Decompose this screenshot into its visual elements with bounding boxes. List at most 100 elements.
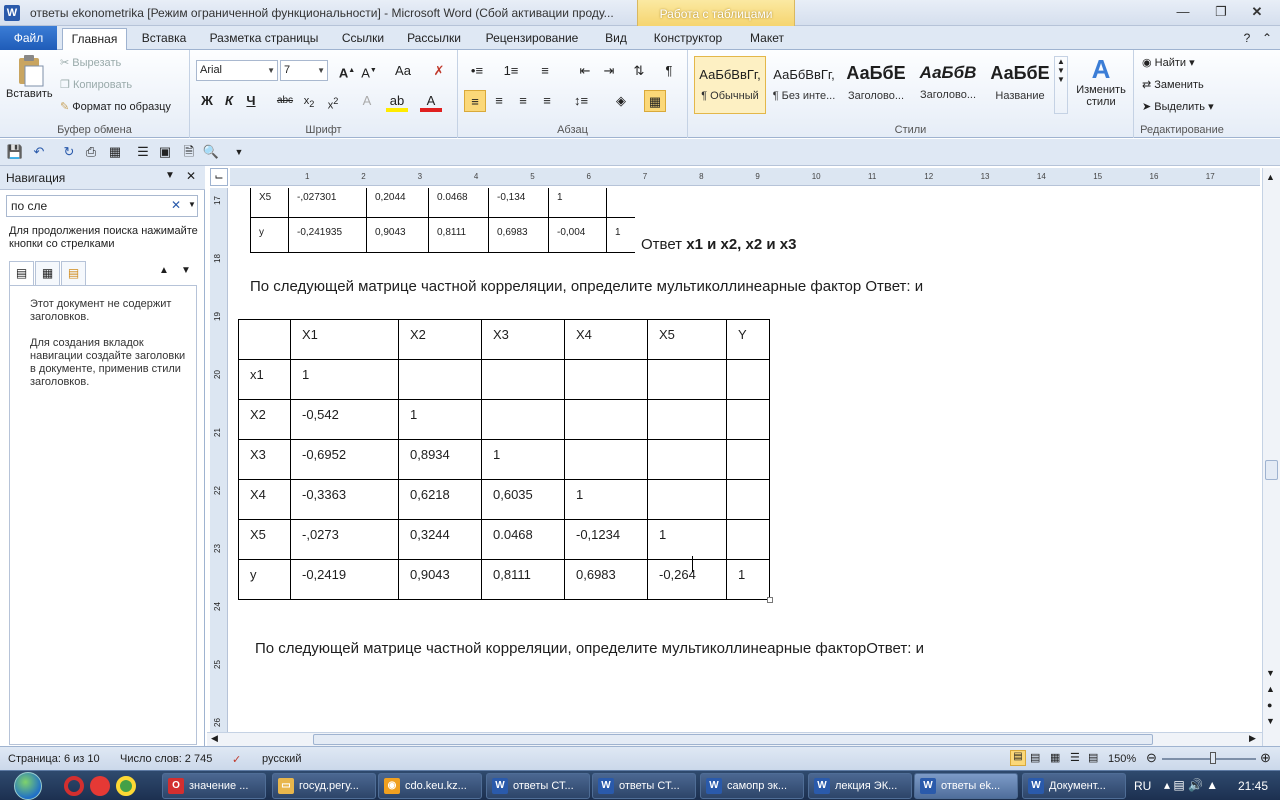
- table-cell[interactable]: [726, 519, 770, 560]
- table-cell[interactable]: -0,1234: [564, 519, 648, 560]
- change-styles-button[interactable]: A Изменить стили: [1072, 54, 1130, 108]
- print-layout-icon[interactable]: ▤: [1010, 750, 1026, 766]
- minimize-icon[interactable]: —: [1168, 2, 1198, 22]
- line-spacing-icon[interactable]: ↕≡: [570, 90, 592, 112]
- superscript-icon[interactable]: x2: [322, 90, 344, 112]
- table-cell[interactable]: [726, 359, 770, 400]
- ribbon-collapse-icon[interactable]: ⌃: [1258, 26, 1276, 50]
- browse-object-icon[interactable]: ●: [1267, 700, 1272, 710]
- previous-result-icon[interactable]: ▲: [159, 265, 169, 276]
- scroll-thumb[interactable]: [1265, 460, 1278, 480]
- table-cell[interactable]: 0,3244: [398, 519, 482, 560]
- format-painter-button[interactable]: ✎ Формат по образцу: [60, 100, 171, 113]
- document-icon[interactable]: 🗎: [178, 141, 200, 163]
- tab-file[interactable]: Файл: [0, 26, 57, 50]
- pages-tab-icon[interactable]: ▦: [35, 261, 60, 285]
- table-cell[interactable]: -0,264: [647, 559, 727, 600]
- style-heading-1[interactable]: АаБбЕ Заголово...: [840, 56, 912, 114]
- table-cell[interactable]: -0,004: [548, 217, 607, 253]
- justify-icon[interactable]: ≡: [536, 90, 558, 112]
- table-cell[interactable]: [564, 359, 648, 400]
- font-color-icon[interactable]: A: [420, 90, 442, 112]
- table-cell[interactable]: [647, 359, 727, 400]
- table-cell[interactable]: -0,3363: [290, 479, 399, 520]
- bold-icon[interactable]: Ж: [196, 90, 218, 112]
- table-cell[interactable]: X5: [238, 519, 291, 560]
- table-cell[interactable]: -0,2419: [290, 559, 399, 600]
- draft-icon[interactable]: ▤: [1088, 751, 1098, 764]
- table-cell[interactable]: 0,6983: [564, 559, 648, 600]
- table-cell[interactable]: -,0273: [290, 519, 399, 560]
- results-tab-icon[interactable]: ▤: [61, 261, 86, 285]
- sort-icon[interactable]: ⇅: [628, 60, 650, 82]
- navigation-search-input[interactable]: по сле ✕ ▼: [6, 195, 198, 217]
- customize-qat-icon[interactable]: ▼: [228, 141, 250, 163]
- table-cell[interactable]: [398, 359, 482, 400]
- table-cell[interactable]: X5: [250, 188, 289, 218]
- clear-search-icon[interactable]: ✕: [171, 198, 181, 212]
- header-cell[interactable]: X3: [481, 319, 565, 360]
- borders-icon[interactable]: ▦: [644, 90, 666, 112]
- header-cell[interactable]: [238, 319, 291, 360]
- table-cell[interactable]: 0,6035: [481, 479, 565, 520]
- chrome-icon[interactable]: [116, 776, 136, 796]
- scroll-down-icon[interactable]: ▼: [1266, 668, 1275, 678]
- scroll-right-icon[interactable]: ▶: [1249, 733, 1256, 744]
- grow-font-icon[interactable]: A▲: [336, 60, 358, 82]
- table-cell[interactable]: 1: [726, 559, 770, 600]
- tab-references[interactable]: Ссылки: [334, 26, 392, 50]
- tab-view[interactable]: Вид: [594, 26, 638, 50]
- taskbar-button[interactable]: W Документ...: [1022, 773, 1126, 799]
- table-cell[interactable]: 1: [290, 359, 399, 400]
- horizontal-ruler[interactable]: 1 2 3 4 5 6 7 8 9 10 11 12 13 14 15 16 17: [230, 168, 1260, 186]
- select-button[interactable]: ➤ Выделить ▾: [1142, 100, 1214, 113]
- align-right-icon[interactable]: ≡: [512, 90, 534, 112]
- paste-button[interactable]: Вставить: [6, 54, 53, 100]
- table-cell[interactable]: 0,2044: [366, 188, 429, 218]
- zoom-out-icon[interactable]: ⊖: [1146, 750, 1157, 766]
- align-left-icon[interactable]: ≡: [464, 90, 486, 112]
- vertical-ruler[interactable]: 17 18 19 20 21 22 23 24 25 26: [210, 188, 228, 732]
- font-name-combo[interactable]: Arial ▼: [196, 60, 278, 81]
- correlation-table[interactable]: X1 X2 X3 X4 X5 Yx1 1 X2 -0,542 1 X3 -0,6952 0,8934 1 X…: [238, 319, 770, 600]
- undo-icon[interactable]: ↶: [28, 141, 50, 163]
- tab-layout[interactable]: Макет: [738, 26, 796, 50]
- change-case-icon[interactable]: Aa: [392, 60, 414, 82]
- taskbar-button[interactable]: Wответы СТ...: [592, 773, 696, 799]
- next-page-icon[interactable]: ▼: [1266, 716, 1275, 726]
- close-icon[interactable]: ✕: [1242, 2, 1272, 22]
- print-icon[interactable]: ⎙: [80, 141, 102, 163]
- document-page[interactable]: X5 -,027301 0,2044 0.0468 -0,134 1 y -0,241935 0…: [230, 188, 1260, 732]
- table-cell[interactable]: -0,542: [290, 399, 399, 440]
- font-size-combo[interactable]: 7 ▼: [280, 60, 328, 81]
- table-cell[interactable]: X2: [238, 399, 291, 440]
- redo-icon[interactable]: ↻: [58, 141, 80, 163]
- language[interactable]: русский: [262, 753, 301, 765]
- text-effects-icon[interactable]: A: [356, 90, 378, 112]
- table-cell[interactable]: [481, 359, 565, 400]
- taskbar-button[interactable]: Wответы СТ...: [486, 773, 590, 799]
- table-cell[interactable]: 1: [606, 217, 635, 253]
- taskbar-button[interactable]: ◉ cdo.keu.kz...: [378, 773, 482, 799]
- table-cell[interactable]: 0,9043: [398, 559, 482, 600]
- cut-button[interactable]: ✂ Вырезать: [60, 56, 121, 69]
- replace-button[interactable]: ⇄ Заменить: [1142, 78, 1204, 91]
- table-cell[interactable]: X3: [238, 439, 291, 480]
- word-logo-icon[interactable]: W: [4, 5, 20, 21]
- table-cell[interactable]: [726, 479, 770, 520]
- table-cell[interactable]: 1: [564, 479, 648, 520]
- page-count[interactable]: Страница: 6 из 10: [8, 753, 100, 765]
- table-cell[interactable]: 0,8111: [428, 217, 489, 253]
- start-button-icon[interactable]: [14, 772, 42, 800]
- print-preview-icon[interactable]: 🔍: [200, 141, 222, 163]
- pane-options-icon[interactable]: ▼: [165, 170, 175, 181]
- taskbar-button[interactable]: Oзначение ...: [162, 773, 266, 799]
- table-cell[interactable]: 0,9043: [366, 217, 429, 253]
- tab-design[interactable]: Конструктор: [644, 26, 732, 50]
- table-cell[interactable]: [564, 439, 648, 480]
- highlight-icon[interactable]: ab: [386, 90, 408, 112]
- horizontal-scrollbar[interactable]: ◀ ▶: [207, 732, 1262, 746]
- table-cell[interactable]: 0,6983: [488, 217, 549, 253]
- word-count[interactable]: Число слов: 2 745: [120, 753, 212, 765]
- headings-tab-icon[interactable]: ▤: [9, 261, 34, 285]
